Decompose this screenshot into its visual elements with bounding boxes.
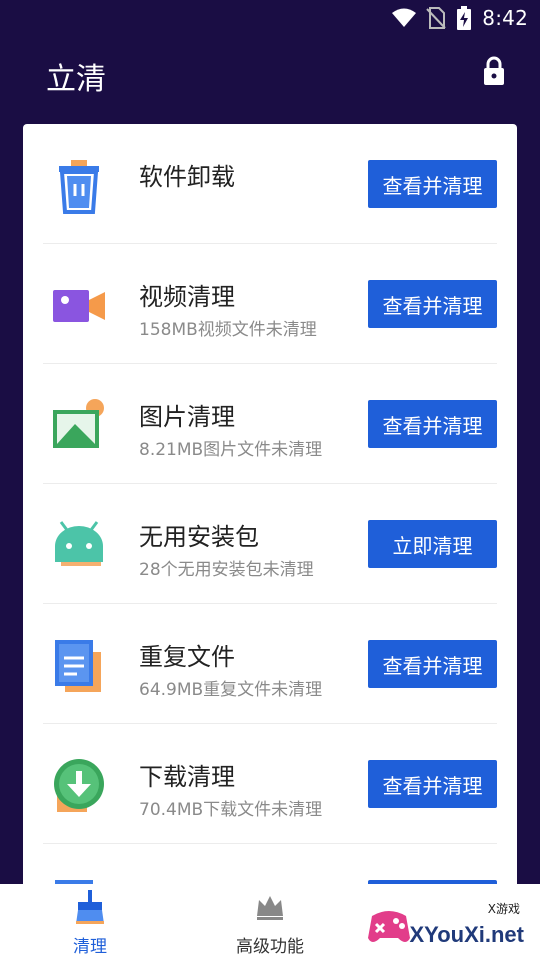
image-icon [53, 399, 104, 448]
list-item-image: 图片清理 8.21MB图片文件未清理 查看并清理 [23, 364, 517, 484]
lock-icon[interactable] [482, 56, 506, 86]
row-subtitle: 8.21MB图片文件未清理 [139, 440, 323, 460]
android-icon [55, 521, 103, 566]
wifi-icon [392, 8, 417, 27]
row-title: 图片清理 [139, 403, 235, 431]
status-bar: 8:42 [0, 0, 540, 36]
video-icon [53, 290, 105, 322]
bottom-nav: 清理 高级功能 X游戏 XYouXi.net [0, 884, 540, 960]
cleanup-card: 软件卸载 查看并清理 视频清理 158MB视频文件未清理 查看并清理 图片清理 … [23, 124, 517, 904]
row-title: 无用安装包 [139, 523, 259, 551]
nav-item-advanced[interactable]: 高级功能 [200, 890, 340, 957]
row-title: 重复文件 [139, 643, 235, 671]
list-item-duplicate: 重复文件 64.9MB重复文件未清理 查看并清理 [23, 604, 517, 724]
watermark-small-text: X游戏 [487, 902, 520, 916]
row-title: 下载清理 [139, 763, 235, 791]
view-and-clean-button[interactable]: 查看并清理 [368, 160, 497, 208]
status-time: 8:42 [482, 6, 528, 30]
nav-item-clean[interactable]: 清理 [20, 890, 160, 957]
download-icon [54, 759, 104, 812]
view-and-clean-button[interactable]: 查看并清理 [368, 640, 497, 688]
watermark-main-text: XYouXi.net [409, 922, 525, 947]
list-item-apk: 无用安装包 28个无用安装包未清理 立即清理 [23, 484, 517, 604]
clean-now-button[interactable]: 立即清理 [368, 520, 497, 568]
battery-charging-icon [457, 6, 472, 30]
crown-icon [257, 896, 283, 920]
view-and-clean-button[interactable]: 查看并清理 [368, 400, 497, 448]
view-and-clean-button[interactable]: 查看并清理 [368, 280, 497, 328]
nav-label: 高级功能 [236, 937, 304, 957]
app-title: 立清 [46, 62, 106, 97]
list-item-uninstall: 软件卸载 查看并清理 [23, 124, 517, 244]
nav-label: 清理 [73, 937, 107, 957]
broom-icon [76, 890, 104, 924]
no-sim-icon [426, 7, 447, 29]
trash-icon [59, 160, 99, 214]
row-subtitle: 64.9MB重复文件未清理 [139, 680, 323, 700]
list-item-video: 视频清理 158MB视频文件未清理 查看并清理 [23, 244, 517, 364]
watermark: X游戏 XYouXi.net [364, 896, 534, 952]
view-and-clean-button[interactable]: 查看并清理 [368, 760, 497, 808]
app-bar: 立清 [0, 36, 540, 112]
row-title: 视频清理 [139, 283, 235, 311]
list-item-download: 下载清理 70.4MB下载文件未清理 查看并清理 [23, 724, 517, 844]
row-subtitle: 158MB视频文件未清理 [139, 320, 317, 340]
row-title: 软件卸载 [139, 163, 235, 191]
row-subtitle: 28个无用安装包未清理 [139, 560, 314, 580]
document-icon [55, 640, 101, 692]
row-subtitle: 70.4MB下载文件未清理 [139, 800, 323, 820]
gamepad-logo-icon [368, 911, 410, 942]
